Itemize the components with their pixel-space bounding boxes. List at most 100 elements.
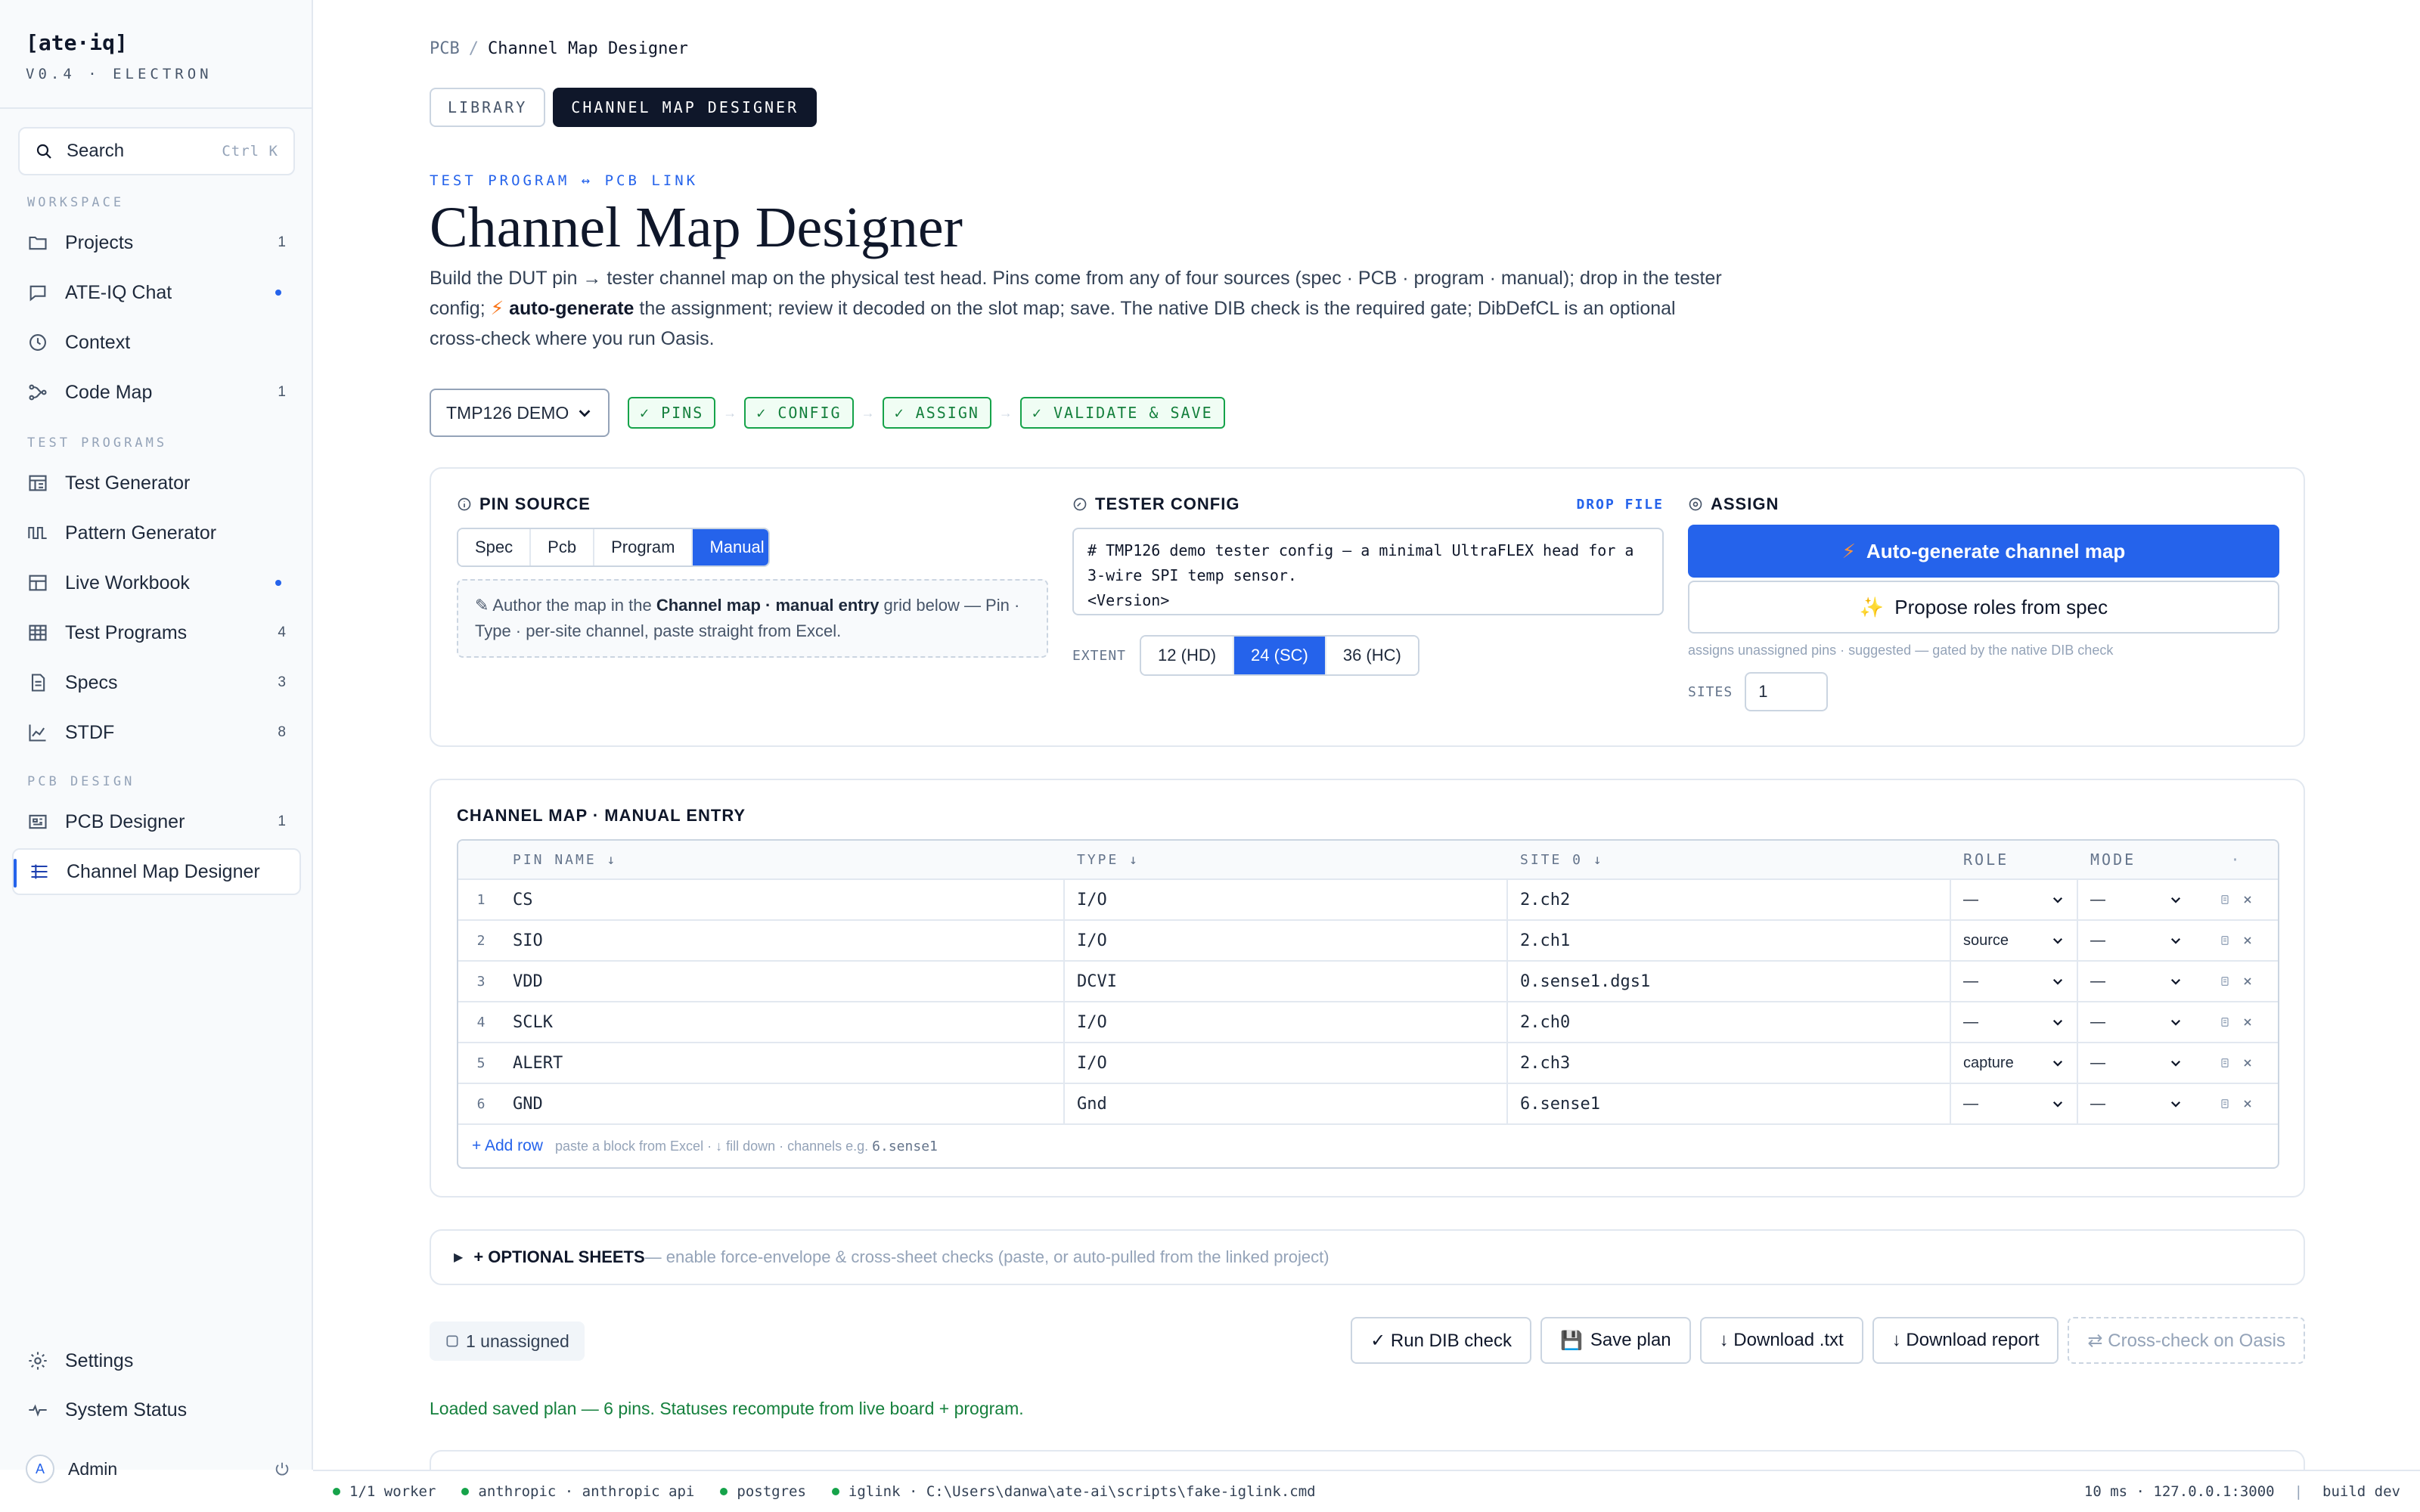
extent-option-12hd[interactable]: 12 (HD)	[1141, 637, 1235, 674]
pin-name-cell[interactable]: SCLK	[504, 1002, 1065, 1042]
role-value: —	[1963, 1013, 1978, 1030]
source-option-manual[interactable]: Manual	[693, 529, 768, 565]
role-select[interactable]: —	[1951, 1084, 2078, 1123]
site-channel-cell[interactable]: 2.ch2	[1508, 880, 1951, 919]
role-select[interactable]: capture	[1951, 1043, 2078, 1083]
optional-sheets-toggle[interactable]: ▶ + OPTIONAL SHEETS — enable force-envel…	[430, 1229, 2305, 1285]
sidebar-item-test-generator[interactable]: Test Generator	[12, 460, 301, 507]
column-site-0[interactable]: SITE 0 ↓	[1508, 841, 1951, 878]
cross-check-oasis-button[interactable]: ⇄ Cross-check on Oasis	[2068, 1317, 2305, 1364]
close-icon[interactable]	[2242, 975, 2254, 987]
add-row-button[interactable]: + Add row	[472, 1137, 543, 1155]
close-icon[interactable]	[2242, 1098, 2254, 1110]
search-input[interactable]: Search Ctrl K	[18, 127, 295, 175]
sidebar-item-projects[interactable]: Projects 1	[12, 219, 301, 266]
step-assign[interactable]: ✓ ASSIGN	[882, 397, 991, 429]
close-icon[interactable]	[2242, 934, 2254, 947]
copy-icon[interactable]	[2219, 1057, 2231, 1069]
step-pins[interactable]: ✓ PINS	[628, 397, 716, 429]
mode-select[interactable]: —	[2078, 921, 2195, 960]
step-config[interactable]: ✓ CONFIG	[744, 397, 854, 429]
role-select[interactable]: source	[1951, 921, 2078, 960]
pin-name-cell[interactable]: CS	[504, 880, 1065, 919]
chevron-down-icon	[2052, 1101, 2063, 1108]
mode-select[interactable]: —	[2078, 1084, 2195, 1123]
extent-option-24sc[interactable]: 24 (SC)	[1234, 637, 1326, 674]
pin-source-note: ✎ Author the map in the Channel map · ma…	[457, 579, 1048, 658]
type-cell[interactable]: I/O	[1065, 1043, 1508, 1083]
copy-icon[interactable]	[2219, 1098, 2231, 1110]
pin-name-cell[interactable]: GND	[504, 1084, 1065, 1123]
mode-select[interactable]: —	[2078, 880, 2195, 919]
tab-library[interactable]: LIBRARY	[430, 88, 546, 127]
sidebar-item-ate-iq-chat[interactable]: ATE-IQ Chat	[12, 269, 301, 316]
mode-select[interactable]: —	[2078, 1002, 2195, 1042]
board-icon	[29, 814, 47, 829]
pin-name-cell[interactable]: ALERT	[504, 1043, 1065, 1083]
copy-icon[interactable]	[2219, 934, 2231, 947]
download-report-button[interactable]: ↓ Download report	[1872, 1317, 2059, 1364]
column-type[interactable]: TYPE ↓	[1065, 841, 1508, 878]
type-cell[interactable]: I/O	[1065, 921, 1508, 960]
site-channel-cell[interactable]: 2.ch0	[1508, 1002, 1951, 1042]
admin-account[interactable]: A Admin	[26, 1450, 290, 1488]
info-icon	[458, 497, 471, 511]
propose-roles-button[interactable]: ✨ Propose roles from spec	[1688, 581, 2279, 634]
site-channel-cell[interactable]: 0.sense1.dgs1	[1508, 962, 1951, 1001]
mode-select[interactable]: —	[2078, 962, 2195, 1001]
sidebar-item-pattern-generator[interactable]: Pattern Generator	[12, 510, 301, 556]
site-channel-cell[interactable]: 6.sense1	[1508, 1084, 1951, 1123]
save-plan-button[interactable]: 💾 Save plan	[1540, 1317, 1691, 1364]
mode-select[interactable]: —	[2078, 1043, 2195, 1083]
close-icon[interactable]	[2242, 1057, 2254, 1069]
copy-icon[interactable]	[2219, 975, 2231, 987]
drop-file-button[interactable]: DROP FILE	[1576, 497, 1664, 513]
power-icon[interactable]	[274, 1461, 290, 1477]
tab-channel-map-designer[interactable]: CHANNEL MAP DESIGNER	[553, 88, 818, 127]
close-icon[interactable]	[2242, 894, 2254, 906]
source-option-spec[interactable]: Spec	[458, 529, 532, 565]
type-cell[interactable]: DCVI	[1065, 962, 1508, 1001]
sidebar-item-code-map[interactable]: Code Map 1	[12, 369, 301, 416]
source-option-pcb[interactable]: Pcb	[531, 529, 595, 565]
sidebar-item-channel-map-designer[interactable]: Channel Map Designer	[12, 848, 301, 895]
pin-name-cell[interactable]: VDD	[504, 962, 1065, 1001]
action-bar: ✓ Run DIB check 💾 Save plan ↓ Download .…	[1351, 1317, 2305, 1364]
sidebar-item-label: PCB Designer	[65, 810, 185, 832]
sites-input[interactable]: 1	[1745, 672, 1829, 711]
type-cell[interactable]: I/O	[1065, 880, 1508, 919]
sidebar-item-pcb-designer[interactable]: PCB Designer 1	[12, 798, 301, 845]
sidebar-item-settings[interactable]: Settings	[12, 1337, 301, 1384]
auto-generate-button[interactable]: ⚡ Auto-generate channel map	[1688, 525, 2279, 578]
type-cell[interactable]: I/O	[1065, 1002, 1508, 1042]
sidebar-item-specs[interactable]: Specs 3	[12, 659, 301, 706]
site-channel-cell[interactable]: 2.ch3	[1508, 1043, 1951, 1083]
close-icon[interactable]	[2242, 1016, 2254, 1028]
extent-option-36hc[interactable]: 36 (HC)	[1326, 637, 1418, 674]
sidebar-item-context[interactable]: Context	[12, 319, 301, 366]
role-select[interactable]: —	[1951, 880, 2078, 919]
tester-config-editor[interactable]: # TMP126 demo tester config — a minimal …	[1072, 528, 1664, 615]
step-validate-save[interactable]: ✓ VALIDATE & SAVE	[1019, 397, 1225, 429]
role-select[interactable]: —	[1951, 962, 2078, 1001]
column-mode: MODE	[2090, 850, 2136, 869]
brand-logo[interactable]: [ate·iq]	[26, 30, 286, 55]
role-select[interactable]: —	[1951, 1002, 2078, 1042]
sidebar-item-test-programs[interactable]: Test Programs 4	[12, 609, 301, 656]
breadcrumb-root[interactable]: PCB	[430, 39, 460, 58]
column-pin-name[interactable]: PIN NAME ↓	[504, 841, 1065, 878]
copy-icon[interactable]	[2219, 1016, 2231, 1028]
source-option-program[interactable]: Program	[594, 529, 693, 565]
pin-name-cell[interactable]: SIO	[504, 921, 1065, 960]
demo-select[interactable]: TMP126 DEMO	[430, 389, 610, 437]
site-channel-cell[interactable]: 2.ch1	[1508, 921, 1951, 960]
copy-icon[interactable]	[2219, 894, 2231, 906]
status-worker: 1/1 worker	[333, 1483, 436, 1500]
run-dib-check-button[interactable]: ✓ Run DIB check	[1351, 1317, 1531, 1364]
sidebar-item-stdf[interactable]: STDF 8	[12, 709, 301, 756]
sidebar-item-system-status[interactable]: System Status	[12, 1387, 301, 1433]
type-cell[interactable]: Gnd	[1065, 1084, 1508, 1123]
unassigned-badge: 1 unassigned	[430, 1321, 585, 1361]
download-txt-button[interactable]: ↓ Download .txt	[1699, 1317, 1863, 1364]
sidebar-item-live-workbook[interactable]: Live Workbook	[12, 559, 301, 606]
